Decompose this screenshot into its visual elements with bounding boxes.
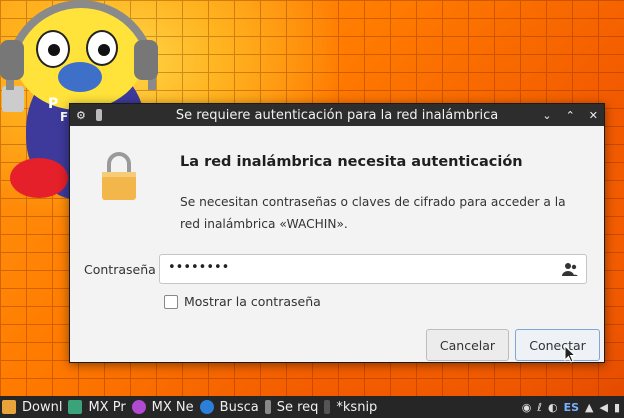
volume-icon[interactable]: ▲ — [585, 401, 593, 414]
scissors-icon — [324, 400, 331, 414]
taskbar-item-mx-pr[interactable]: MX Pr — [66, 396, 126, 418]
dialog-description: Se necesitan contraseñas o claves de cif… — [180, 195, 566, 231]
lock-icon — [102, 152, 136, 200]
search-icon — [199, 400, 214, 414]
dialog-heading: La red inalámbrica necesita autenticació… — [180, 154, 523, 170]
cancel-button[interactable]: Cancelar — [426, 329, 509, 361]
mascot-letter: P — [48, 96, 59, 112]
pin-icon[interactable] — [95, 109, 102, 121]
taskbar-item-label: Se req — [276, 399, 319, 415]
taskbar-item-se-req[interactable]: Se req — [263, 396, 319, 418]
close-icon[interactable]: ✕ — [589, 109, 598, 122]
taskbar-item-label: Busca — [219, 399, 259, 415]
taskbar-item-ksnip[interactable]: *ksnip — [322, 396, 377, 418]
password-label: Contraseña — [84, 262, 156, 277]
password-value: •••••••• — [168, 260, 230, 275]
taskbar-item-label: MX Pr — [88, 399, 126, 415]
network-icon[interactable]: ℓ — [537, 401, 542, 414]
system-tray: ◉ ℓ ◐ ES ▲ ◀ ▮ — [521, 396, 624, 418]
bluetooth-icon[interactable]: ◐ — [548, 401, 558, 414]
show-password-checkbox[interactable] — [164, 295, 178, 309]
language-indicator[interactable]: ES — [564, 401, 579, 414]
taskbar-item-downloads[interactable]: Downl — [0, 396, 62, 418]
mouse-cursor-icon — [564, 345, 576, 363]
gear-icon — [131, 400, 146, 414]
taskbar-item-label: MX Ne — [151, 399, 194, 415]
taskbar-item-mx-ne[interactable]: MX Ne — [130, 396, 194, 418]
show-password-label[interactable]: Mostrar la contraseña — [184, 294, 321, 309]
battery-icon[interactable]: ◀ — [599, 401, 607, 414]
headphones-earcup — [134, 40, 158, 80]
taskbar: Downl MX Pr MX Ne Busca Se req *ksnip ◉ … — [0, 396, 624, 418]
clipboard-icon[interactable]: ◉ — [522, 401, 532, 414]
auth-dialog: ⚙ Se requiere autenticación para la red … — [69, 103, 605, 363]
taskbar-item-busca[interactable]: Busca — [198, 396, 259, 418]
gear-icon[interactable]: ⚙ — [76, 109, 86, 122]
mascot-letter: F — [60, 110, 69, 124]
connect-button[interactable]: Conectar — [515, 329, 600, 361]
taskbar-item-label: *ksnip — [336, 399, 378, 415]
pin-icon — [264, 400, 271, 414]
minimize-icon[interactable]: ⌄ — [542, 109, 551, 122]
taskbar-item-label: Downl — [22, 399, 63, 415]
headphones-earcup — [0, 40, 24, 80]
mascot-foot — [10, 158, 68, 198]
maximize-icon[interactable]: ⌃ — [566, 109, 575, 122]
folder-icon — [2, 400, 16, 414]
dialog-title: Se requiere autenticación para la red in… — [175, 107, 499, 123]
user-icon[interactable] — [562, 262, 578, 276]
wifi-icon[interactable]: ▮ — [614, 401, 620, 414]
mx-icon — [68, 400, 83, 414]
dialog-titlebar[interactable]: ⚙ Se requiere autenticación para la red … — [70, 104, 604, 126]
password-field[interactable]: •••••••• — [159, 254, 587, 284]
